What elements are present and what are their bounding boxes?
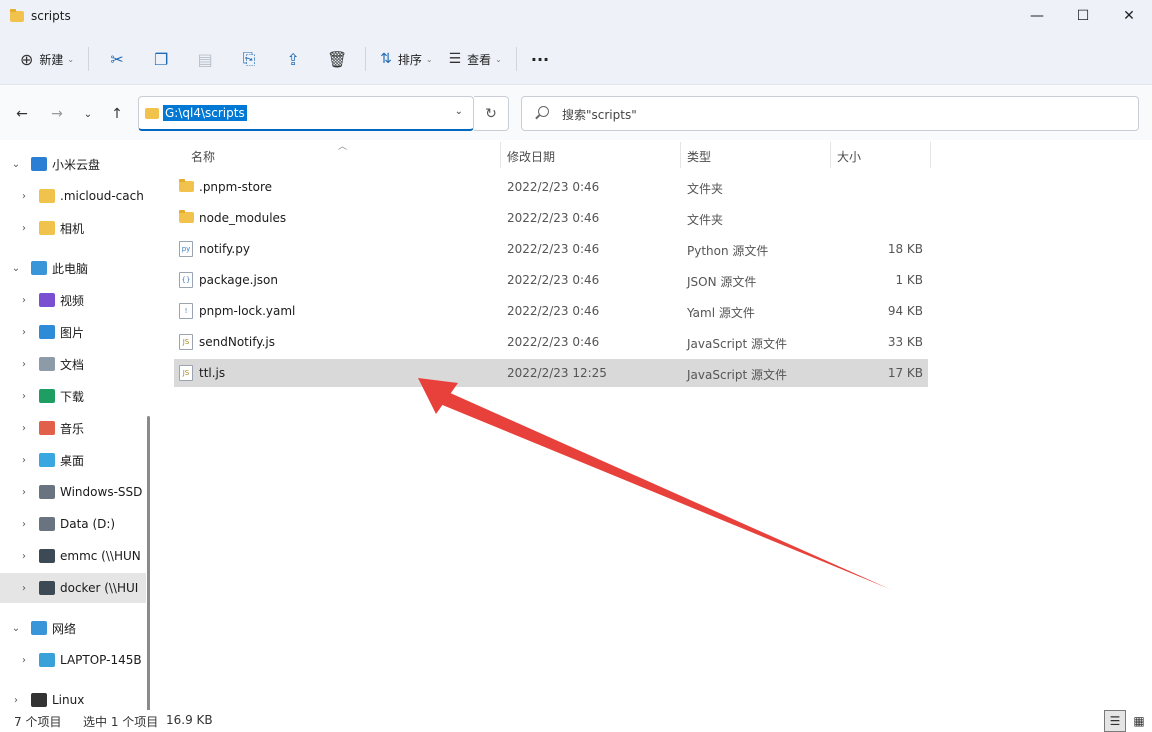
tiles-view-button[interactable]: ▦ (1128, 710, 1150, 732)
selection-count: 选中 1 个项目 (83, 715, 159, 729)
annotation-arrow (418, 378, 892, 590)
arrow-shaft (440, 392, 892, 590)
status-bar: 7 个项目 选中 1 个项目 16.9 KB ☰ ▦ (0, 710, 1152, 732)
item-count: 7 个项目 (14, 715, 62, 729)
details-view-button[interactable]: ☰ (1104, 710, 1126, 732)
selection-size: 16.9 KB (166, 713, 213, 727)
tiles-view-icon: ▦ (1133, 714, 1145, 728)
details-view-icon: ☰ (1109, 714, 1121, 728)
